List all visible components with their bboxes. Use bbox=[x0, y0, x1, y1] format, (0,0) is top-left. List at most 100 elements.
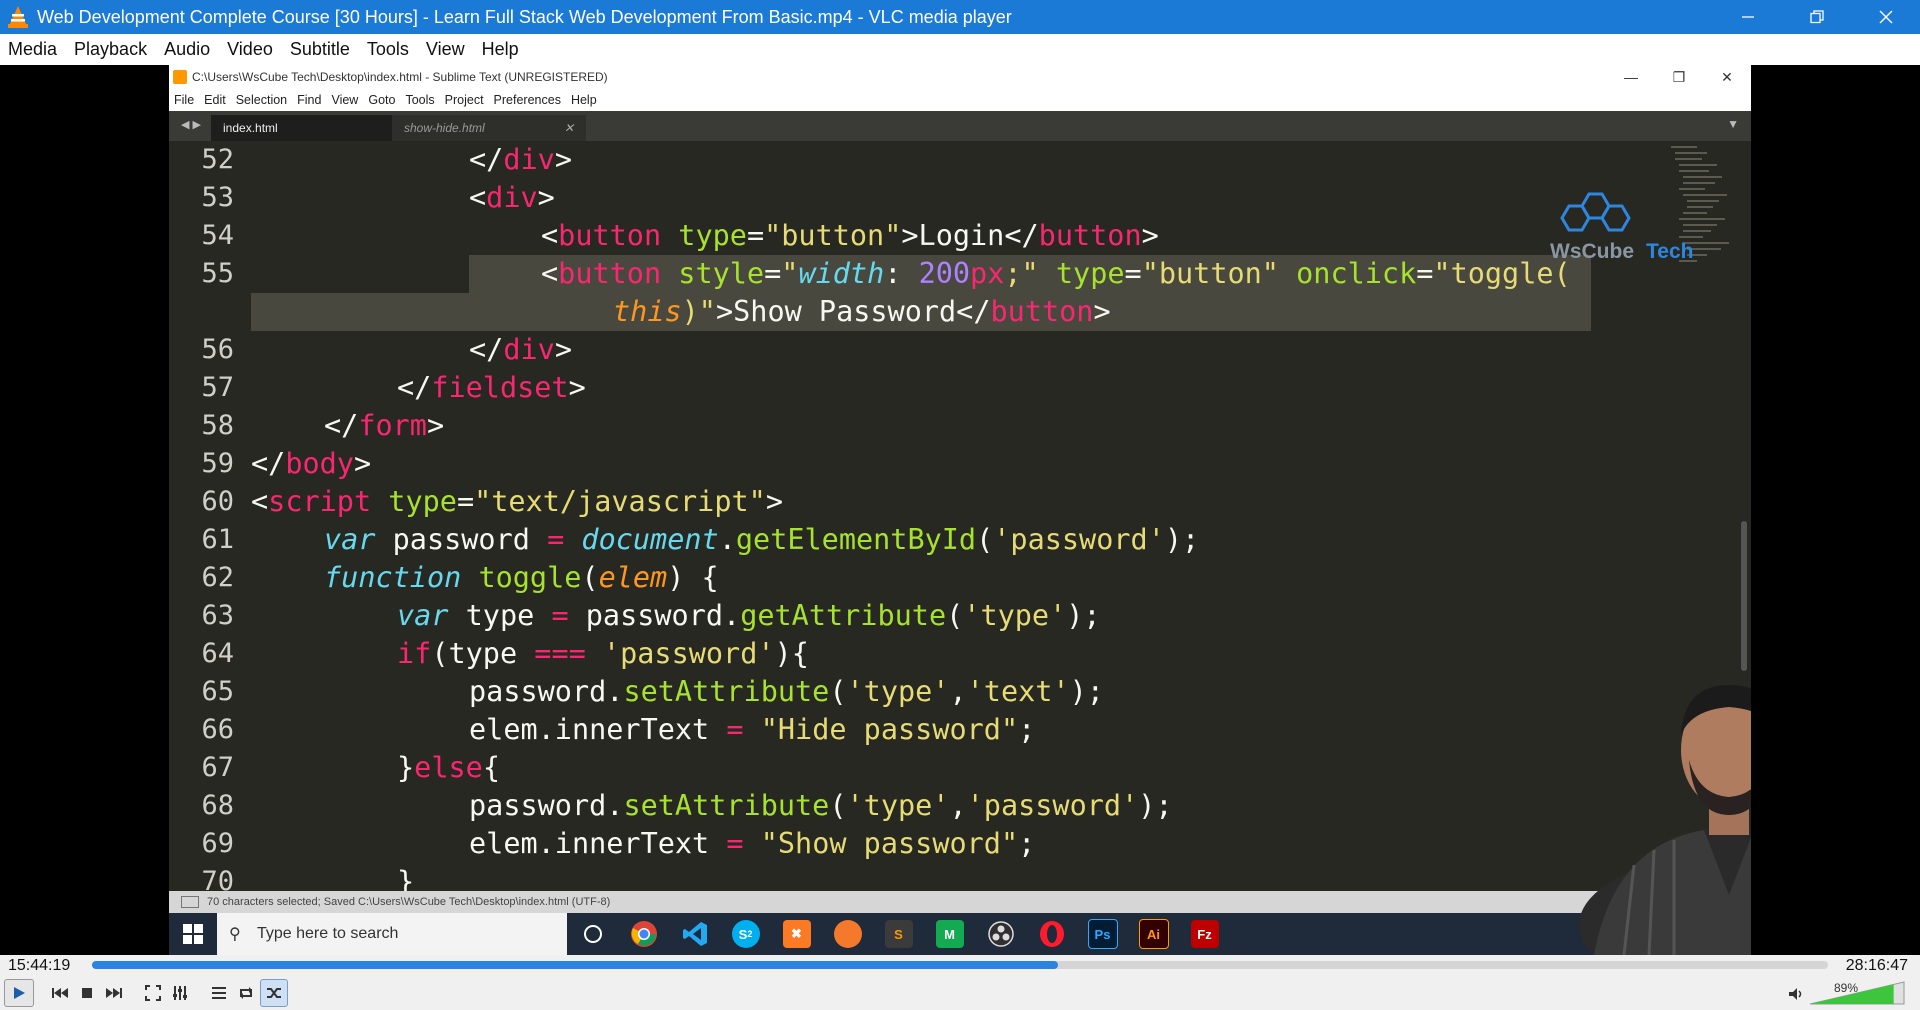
code-line: 54 <button type="button">Login</button> bbox=[169, 217, 1589, 255]
xampp-icon: ✖ bbox=[771, 913, 822, 955]
line-number: 62 bbox=[201, 562, 234, 593]
menu-media[interactable]: Media bbox=[0, 39, 66, 60]
windows-start-icon bbox=[169, 913, 217, 955]
code-text: if(type === 'password'){ bbox=[397, 637, 809, 670]
close-button[interactable] bbox=[1851, 0, 1920, 34]
code-text: </div> bbox=[469, 143, 572, 176]
code-text: </fieldset> bbox=[397, 371, 586, 404]
stop-icon bbox=[82, 988, 92, 998]
line-number: 67 bbox=[201, 752, 234, 783]
total-time: 28:16:47 bbox=[1845, 957, 1908, 974]
next-icon bbox=[106, 988, 122, 998]
code-text: elem.innerText = "Hide password"; bbox=[469, 713, 1036, 746]
shuffle-icon bbox=[267, 988, 281, 998]
sublime-menu-edit: Edit bbox=[204, 93, 226, 107]
sublime-title-bar: C:\Users\WsCube Tech\Desktop\index.html … bbox=[169, 65, 1751, 89]
menu-tools[interactable]: Tools bbox=[359, 39, 418, 60]
line-number: 56 bbox=[201, 334, 234, 365]
code-text: </form> bbox=[324, 409, 445, 442]
line-number: 61 bbox=[201, 524, 234, 555]
sublime-restore-icon: ❐ bbox=[1672, 69, 1686, 85]
code-line: 70 } bbox=[169, 863, 1589, 891]
tab-dropdown-icon: ▼ bbox=[1727, 117, 1739, 131]
opera-icon bbox=[1026, 913, 1077, 955]
code-line: 68 password.setAttribute('type','passwor… bbox=[169, 787, 1589, 825]
minimize-button[interactable] bbox=[1713, 0, 1782, 34]
code-line: 66 elem.innerText = "Hide password"; bbox=[169, 711, 1589, 749]
line-number: 55 bbox=[201, 258, 234, 289]
code-text: <button type="button">Login</button> bbox=[541, 219, 1159, 252]
seek-bar[interactable] bbox=[92, 961, 1828, 969]
volume-slider[interactable] bbox=[1810, 981, 1906, 1005]
line-number: 69 bbox=[201, 828, 234, 859]
windows-taskbar: ⚲ Type here to search S2 ✖ S M Ps Ai Fz bbox=[169, 913, 1751, 955]
line-number: 70 bbox=[201, 866, 234, 891]
sublime-menu-find: Find bbox=[297, 93, 322, 107]
code-line: 58 </form> bbox=[169, 407, 1589, 445]
vlc-title-bar: Web Development Complete Course [30 Hour… bbox=[0, 0, 1920, 34]
restore-button[interactable] bbox=[1782, 0, 1851, 34]
speaker-icon[interactable] bbox=[1788, 987, 1804, 1001]
code-text: <div> bbox=[469, 181, 555, 214]
code-text: password.setAttribute('type','text'); bbox=[469, 675, 1104, 708]
code-line: 64 if(type === 'password'){ bbox=[169, 635, 1589, 673]
sublime-menu-bar: File Edit Selection Find View Goto Tools… bbox=[169, 89, 1751, 111]
recorded-screen: C:\Users\WsCube Tech\Desktop\index.html … bbox=[169, 65, 1751, 955]
svg-text:WsCube: WsCube bbox=[1550, 240, 1634, 263]
code-text: </body> bbox=[251, 447, 372, 480]
code-line: 55 <button style="width: 200px;" type="b… bbox=[169, 255, 1589, 293]
menu-view[interactable]: View bbox=[418, 39, 474, 60]
line-number: 57 bbox=[201, 372, 234, 403]
code-editor: 52 </div> 53 <div> 54 <button type="butt… bbox=[169, 141, 1751, 891]
line-number: 64 bbox=[201, 638, 234, 669]
extended-settings-button[interactable] bbox=[167, 980, 193, 1006]
code-line: 63 var type = password.getAttribute('typ… bbox=[169, 597, 1589, 635]
menu-subtitle[interactable]: Subtitle bbox=[282, 39, 359, 60]
vscode-icon bbox=[669, 913, 720, 955]
illustrator-icon: Ai bbox=[1128, 913, 1179, 955]
line-number: 68 bbox=[201, 790, 234, 821]
code-text: <script type="text/javascript"> bbox=[251, 485, 783, 518]
code-line: 60 <script type="text/javascript"> bbox=[169, 483, 1589, 521]
video-surface[interactable]: C:\Users\WsCube Tech\Desktop\index.html … bbox=[0, 65, 1920, 955]
menu-help[interactable]: Help bbox=[474, 39, 528, 60]
code-line-wrap: this)">Show Password</button> bbox=[169, 293, 1589, 331]
stop-button[interactable] bbox=[74, 980, 100, 1006]
skype-icon: S2 bbox=[720, 913, 771, 955]
code-line: 53 <div> bbox=[169, 179, 1589, 217]
status-panel-icon bbox=[181, 896, 199, 908]
sublime-status-bar: 70 characters selected; Saved C:\Users\W… bbox=[169, 891, 1751, 913]
code-text: elem.innerText = "Show password"; bbox=[469, 827, 1036, 860]
code-line: 57 </fieldset> bbox=[169, 369, 1589, 407]
tab-label: show-hide.html bbox=[404, 121, 485, 135]
chrome-icon bbox=[618, 913, 669, 955]
minimize-icon bbox=[1741, 16, 1754, 18]
loop-button[interactable] bbox=[233, 980, 259, 1006]
sublime-menu-selection: Selection bbox=[235, 93, 288, 107]
menu-playback[interactable]: Playback bbox=[66, 39, 156, 60]
code-text: password.setAttribute('type','password')… bbox=[469, 789, 1173, 822]
sublime-taskbar-icon: S bbox=[873, 913, 924, 955]
search-icon: ⚲ bbox=[229, 926, 241, 943]
menu-audio[interactable]: Audio bbox=[156, 39, 219, 60]
line-number: 58 bbox=[201, 410, 234, 441]
code-text: <button style="width: 200px;" type="butt… bbox=[541, 257, 1571, 290]
blender-icon bbox=[822, 913, 873, 955]
random-button[interactable] bbox=[260, 979, 288, 1007]
code-line: 61 var password = document.getElementByI… bbox=[169, 521, 1589, 559]
code-line: 56 </div> bbox=[169, 331, 1589, 369]
volume-control[interactable]: 89% bbox=[1788, 979, 1908, 1007]
fullscreen-button[interactable] bbox=[140, 980, 166, 1006]
code-line: 52 </div> bbox=[169, 141, 1589, 179]
previous-button[interactable] bbox=[47, 980, 73, 1006]
code-line: 69 elem.innerText = "Show password"; bbox=[169, 825, 1589, 863]
line-number: 52 bbox=[201, 144, 234, 175]
code-line: 59 </body> bbox=[169, 445, 1589, 483]
sublime-menu-view: View bbox=[331, 93, 359, 107]
playlist-button[interactable] bbox=[206, 980, 232, 1006]
code-line: 67 }else{ bbox=[169, 749, 1589, 787]
play-button[interactable] bbox=[4, 979, 34, 1007]
search-placeholder: Type here to search bbox=[257, 925, 399, 942]
next-button[interactable] bbox=[101, 980, 127, 1006]
menu-video[interactable]: Video bbox=[219, 39, 282, 60]
